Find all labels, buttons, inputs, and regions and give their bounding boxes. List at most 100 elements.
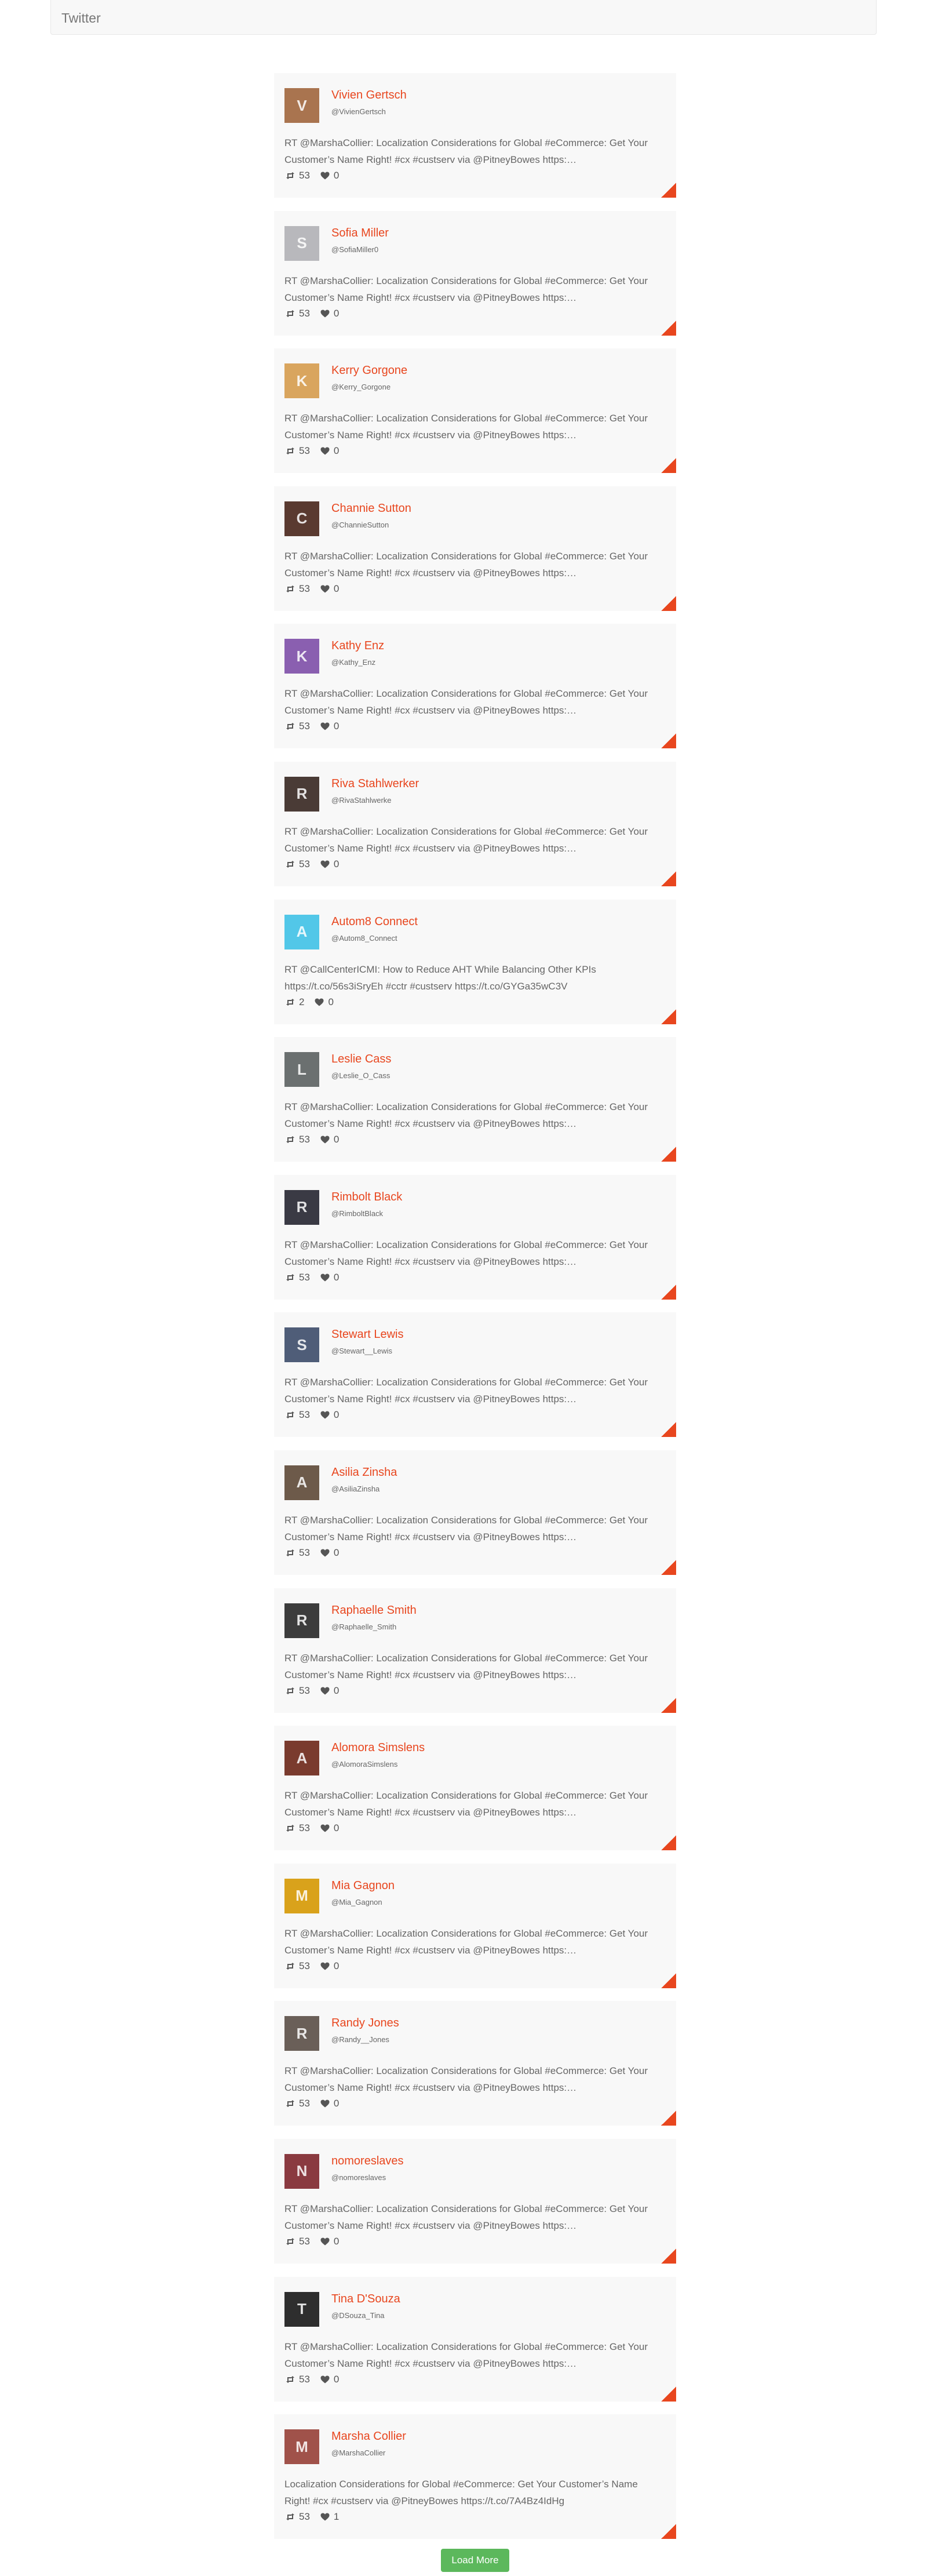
corner-flag-icon xyxy=(661,871,676,886)
retweet-icon xyxy=(286,1687,299,1695)
tweet-card: A Alomora Simslens @AlomoraSimslens RT @Mar… xyxy=(274,1726,676,1851)
like-stat[interactable]: 0 xyxy=(320,858,339,870)
avatar-initial: M xyxy=(295,1887,308,1905)
retweet-stat[interactable]: 53 xyxy=(286,308,310,319)
corner-flag-icon xyxy=(661,733,676,749)
avatar[interactable]: L xyxy=(284,1052,319,1087)
retweet-stat[interactable]: 53 xyxy=(286,170,310,181)
corner-flag-icon xyxy=(661,458,676,474)
avatar[interactable]: T xyxy=(284,2291,319,2327)
retweet-stat[interactable]: 53 xyxy=(286,2511,310,2523)
tweet-author-name[interactable]: Tina D'Souza xyxy=(331,2293,400,2306)
like-stat[interactable]: 0 xyxy=(320,1822,339,1834)
avatar[interactable]: N xyxy=(284,2153,319,2189)
like-stat[interactable]: 1 xyxy=(320,2511,339,2523)
retweet-stat[interactable]: 53 xyxy=(286,1685,310,1697)
avatar[interactable]: A xyxy=(284,914,319,949)
heart-icon xyxy=(320,2237,334,2246)
avatar[interactable]: K xyxy=(284,363,319,399)
like-stat[interactable]: 0 xyxy=(320,1547,339,1559)
retweet-stat[interactable]: 53 xyxy=(286,1822,310,1834)
load-more-button[interactable]: Load More xyxy=(441,2549,509,2572)
avatar-initial: S xyxy=(297,1336,307,1354)
like-stat[interactable]: 0 xyxy=(320,2098,339,2109)
retweet-count: 53 xyxy=(299,445,310,457)
retweet-stat[interactable]: 53 xyxy=(286,858,310,870)
like-stat[interactable]: 0 xyxy=(320,2236,339,2247)
tweet-author-name[interactable]: Leslie Cass xyxy=(331,1053,391,1066)
like-stat[interactable]: 0 xyxy=(320,1272,339,1283)
retweet-stat[interactable]: 53 xyxy=(286,445,310,457)
avatar[interactable]: K xyxy=(284,639,319,674)
retweet-stat[interactable]: 53 xyxy=(286,1547,310,1559)
tweet-stats: 53 0 xyxy=(286,1409,349,1421)
tweet-author-name[interactable]: Vivien Gertsch xyxy=(331,89,407,102)
avatar[interactable]: A xyxy=(284,1465,319,1500)
like-stat[interactable]: 0 xyxy=(320,308,339,319)
like-stat[interactable]: 0 xyxy=(320,2374,339,2385)
retweet-count: 53 xyxy=(299,2511,310,2523)
tweet-text: RT @MarshaCollier: Localization Consider… xyxy=(284,137,648,165)
heart-icon xyxy=(320,1136,334,1144)
avatar[interactable]: V xyxy=(284,88,319,123)
retweet-count: 53 xyxy=(299,1547,310,1558)
retweet-stat[interactable]: 53 xyxy=(286,1134,310,1145)
avatar[interactable]: M xyxy=(284,1878,319,1913)
tweet-author-handle: @MarshaCollier xyxy=(331,2448,386,2458)
retweet-stat[interactable]: 53 xyxy=(286,583,310,595)
tweet-author-name[interactable]: Alomora Simslens xyxy=(331,1741,425,1755)
retweet-count: 53 xyxy=(299,1409,310,1421)
retweet-count: 53 xyxy=(299,858,310,869)
avatar[interactable]: A xyxy=(284,1741,319,1776)
tweet-author-name[interactable]: Channie Sutton xyxy=(331,502,411,515)
avatar-initial: R xyxy=(296,1611,308,1629)
retweet-stat[interactable]: 53 xyxy=(286,721,310,732)
tweet-author-name[interactable]: nomoreslaves xyxy=(331,2155,404,2168)
like-stat[interactable]: 0 xyxy=(320,170,339,181)
tweet-stats: 53 0 xyxy=(286,2097,349,2110)
avatar[interactable]: R xyxy=(284,1603,319,1638)
tweet-author-name[interactable]: Kerry Gorgone xyxy=(331,364,407,377)
avatar[interactable]: M xyxy=(284,2429,319,2465)
avatar[interactable]: S xyxy=(284,225,319,261)
retweet-stat[interactable]: 53 xyxy=(286,2374,310,2385)
retweet-stat[interactable]: 53 xyxy=(286,1272,310,1283)
heart-icon xyxy=(320,2513,334,2521)
navbar-brand[interactable]: Twitter xyxy=(61,10,101,26)
tweet-author-name[interactable]: Autom8 Connect xyxy=(331,915,418,929)
tweet-stats: 53 0 xyxy=(286,858,349,871)
tweet-author-name[interactable]: Sofia Miller xyxy=(331,227,389,240)
tweet-author-name[interactable]: Stewart Lewis xyxy=(331,1328,404,1341)
avatar-initial: S xyxy=(297,234,307,252)
avatar[interactable]: R xyxy=(284,2016,319,2051)
tweet-author-name[interactable]: Riva Stahlwerker xyxy=(331,777,419,791)
like-stat[interactable]: 0 xyxy=(315,996,334,1008)
tweet-text: RT @MarshaCollier: Localization Consider… xyxy=(284,1101,648,1130)
like-stat[interactable]: 0 xyxy=(320,1134,339,1145)
tweet-author-name[interactable]: Mia Gagnon xyxy=(331,1879,395,1893)
like-stat[interactable]: 0 xyxy=(320,1960,339,1972)
retweet-stat[interactable]: 53 xyxy=(286,1409,310,1421)
like-stat[interactable]: 0 xyxy=(320,1685,339,1697)
tweet-author-name[interactable]: Kathy Enz xyxy=(331,639,384,653)
avatar[interactable]: R xyxy=(284,776,319,812)
retweet-stat[interactable]: 53 xyxy=(286,2098,310,2109)
like-stat[interactable]: 0 xyxy=(320,445,339,457)
tweet-author-name[interactable]: Randy Jones xyxy=(331,2017,399,2030)
avatar[interactable]: C xyxy=(284,501,319,536)
tweet-author-name[interactable]: Asilia Zinsha xyxy=(331,1466,397,1479)
avatar-initial: T xyxy=(297,2300,306,2317)
like-stat[interactable]: 0 xyxy=(320,721,339,732)
retweet-stat[interactable]: 2 xyxy=(286,996,304,1008)
corner-flag-icon xyxy=(661,1835,676,1851)
retweet-stat[interactable]: 53 xyxy=(286,1960,310,1972)
retweet-stat[interactable]: 53 xyxy=(286,2236,310,2247)
avatar[interactable]: R xyxy=(284,1189,319,1225)
tweet-author-name[interactable]: Raphaelle Smith xyxy=(331,1604,417,1617)
avatar[interactable]: S xyxy=(284,1327,319,1363)
like-stat[interactable]: 0 xyxy=(320,583,339,595)
tweet-author-name[interactable]: Marsha Collier xyxy=(331,2430,406,2443)
like-stat[interactable]: 0 xyxy=(320,1409,339,1421)
tweet-author-handle: @VivienGertsch xyxy=(331,107,386,116)
tweet-author-name[interactable]: Rimbolt Black xyxy=(331,1191,402,1204)
